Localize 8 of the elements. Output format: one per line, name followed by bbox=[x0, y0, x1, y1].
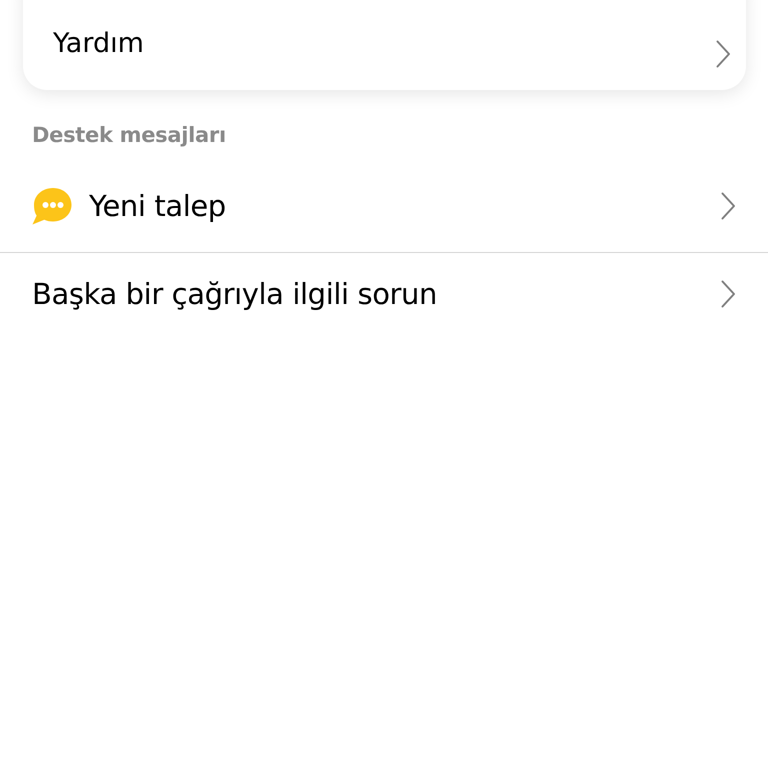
support-menu-item[interactable]: Başka bir çağrıyla ilgili sorun bbox=[0, 253, 768, 335]
support-menu-item[interactable]: Yeni talep bbox=[0, 160, 768, 252]
chevron-right-icon bbox=[721, 280, 736, 308]
chevron-right-icon bbox=[716, 40, 731, 68]
help-menu-item[interactable]: Yardım bbox=[53, 27, 144, 61]
chat-bubble-icon bbox=[32, 187, 72, 225]
section-heading: Destek mesajları bbox=[32, 122, 226, 149]
chevron-right-icon bbox=[721, 192, 736, 220]
